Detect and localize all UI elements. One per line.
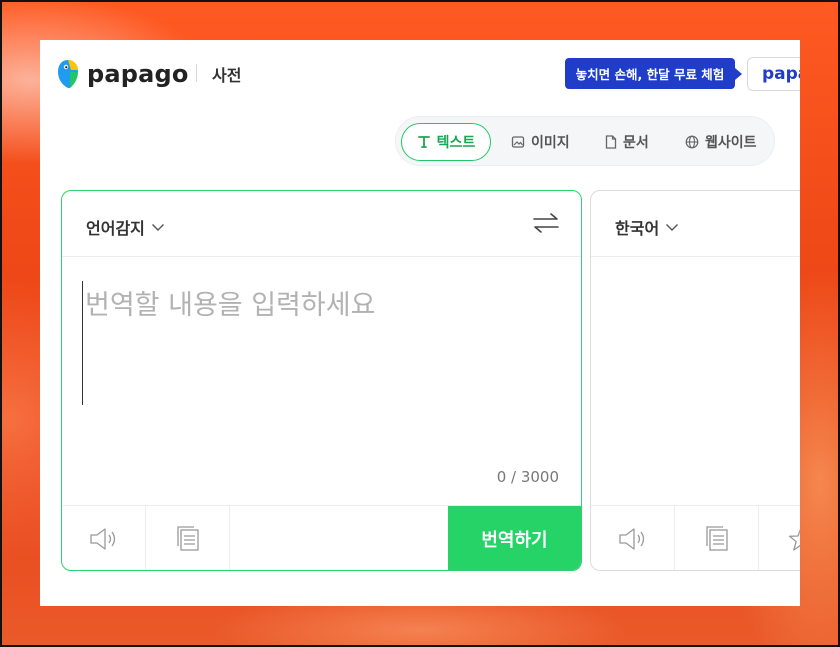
speaker-icon	[618, 528, 644, 550]
translation-mode-tabs: 텍스트 이미지 문서 웹사이트	[395, 116, 775, 166]
source-listen-button[interactable]	[62, 506, 146, 570]
target-favorite-button[interactable]	[759, 506, 800, 570]
promo-tooltip: 놓치면 손해, 한달 무료 체험	[565, 58, 742, 89]
tab-website-label: 웹사이트	[705, 135, 757, 151]
document-icon	[605, 135, 617, 149]
tab-text[interactable]: 텍스트	[401, 123, 491, 161]
tab-image-label: 이미지	[531, 135, 570, 151]
image-icon	[511, 136, 525, 148]
swap-languages-icon[interactable]	[531, 211, 561, 235]
papago-logo[interactable]: papago	[57, 58, 189, 90]
chevron-down-icon	[151, 223, 164, 231]
copy-icon	[176, 526, 199, 551]
source-language-label: 언어감지	[86, 219, 145, 238]
target-language-select[interactable]: 한국어	[615, 215, 679, 239]
tab-document-label: 문서	[623, 135, 649, 151]
tab-document[interactable]: 문서	[605, 123, 649, 161]
target-copy-button[interactable]	[675, 506, 759, 570]
star-icon	[788, 528, 800, 551]
logo-text: papago	[87, 60, 189, 88]
tab-website[interactable]: 웹사이트	[685, 123, 757, 161]
source-text-input[interactable]	[82, 281, 557, 405]
copy-icon	[705, 526, 728, 551]
text-T-icon	[417, 136, 430, 148]
speaker-icon	[89, 528, 115, 550]
character-count: 0 / 3000	[496, 468, 559, 486]
target-language-label: 한국어	[615, 219, 660, 238]
source-header-divider	[62, 256, 581, 257]
source-copy-button[interactable]	[146, 506, 230, 570]
tab-image[interactable]: 이미지	[511, 123, 570, 161]
translate-button[interactable]: 번역하기	[448, 506, 581, 570]
target-header-divider	[591, 256, 800, 257]
globe-icon	[685, 135, 699, 149]
parrot-logo-icon	[58, 60, 78, 88]
source-panel: 언어감지 0 / 3000 번역하기	[61, 190, 582, 571]
dictionary-link[interactable]: 사전	[212, 62, 241, 86]
source-language-select[interactable]: 언어감지	[86, 215, 165, 239]
tab-text-label: 텍스트	[436, 135, 476, 151]
target-listen-button[interactable]	[591, 506, 675, 570]
target-panel: 한국어	[590, 190, 800, 571]
chevron-down-icon	[666, 223, 679, 231]
papago-plus-button[interactable]: papa	[747, 57, 800, 91]
header-divider	[196, 64, 197, 82]
papago-window: papago 사전 놓치면 손해, 한달 무료 체험 papa 텍스트 이미지 …	[40, 40, 800, 606]
